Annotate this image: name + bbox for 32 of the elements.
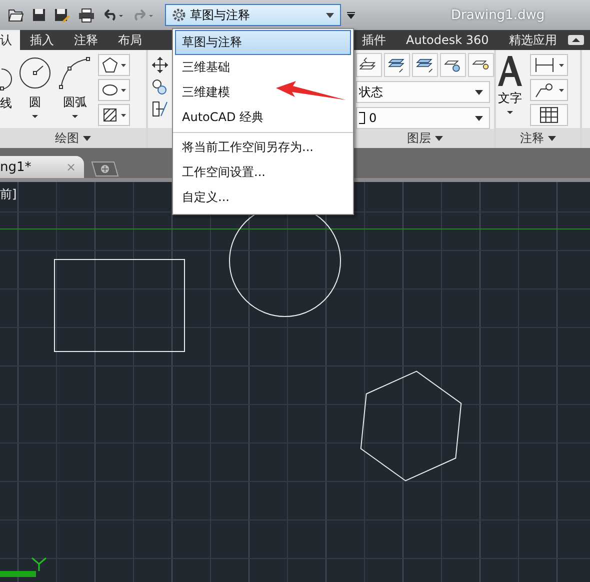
window-title: Drawing1.dwg <box>451 8 545 22</box>
arc-tool[interactable]: 圆弧 <box>58 56 92 118</box>
ribbon-tab[interactable]: 注释 <box>64 30 108 50</box>
menu-item[interactable]: AutoCAD 经典 <box>175 105 351 130</box>
ribbon-tab[interactable]: 认 <box>0 30 20 50</box>
layer-dropdown[interactable]: 0 <box>356 107 490 129</box>
ribbon-tab[interactable]: Autodesk 360 <box>396 30 499 50</box>
menu-item[interactable]: 三维基础 <box>175 55 351 80</box>
layer-state-dropdown[interactable]: 状态 <box>356 81 490 103</box>
tool-label: 圆弧 <box>63 94 87 111</box>
panel-title[interactable]: 绘图 <box>55 130 79 146</box>
document-tab-label: ng1* <box>0 160 32 174</box>
menu-item[interactable]: 工作空间设置... <box>175 160 351 185</box>
ribbon-tab[interactable]: 插入 <box>20 30 64 50</box>
tool-label: 线 <box>0 95 12 112</box>
viewport-label[interactable]: 前] <box>0 186 17 203</box>
workspace-dropdown[interactable]: 草图与注释 <box>165 4 341 26</box>
text-tool[interactable]: 文字 <box>496 56 524 114</box>
polyline-tool[interactable]: 线 <box>0 56 12 112</box>
tool-label: 圆 <box>29 94 41 111</box>
ribbon-tab[interactable]: 精选应用 <box>498 30 567 50</box>
ribbon-tab[interactable]: 插件 <box>352 30 396 50</box>
menu-item[interactable]: 将当前工作空间另存为... <box>175 135 351 160</box>
circle-tool[interactable]: 圆 <box>18 56 52 118</box>
tool-label: 文字 <box>498 90 522 107</box>
menu-item[interactable]: 自定义... <box>175 185 351 210</box>
menu-item[interactable]: 三维建模 <box>175 80 351 105</box>
document-tab[interactable]: ng1* × <box>0 156 84 178</box>
ribbon-tab[interactable]: 布局 <box>108 30 152 50</box>
menu-item[interactable]: 草图与注释 <box>175 30 351 55</box>
panel-title[interactable]: 图层 <box>407 130 431 147</box>
workspace-name: 草图与注释 <box>190 6 250 24</box>
